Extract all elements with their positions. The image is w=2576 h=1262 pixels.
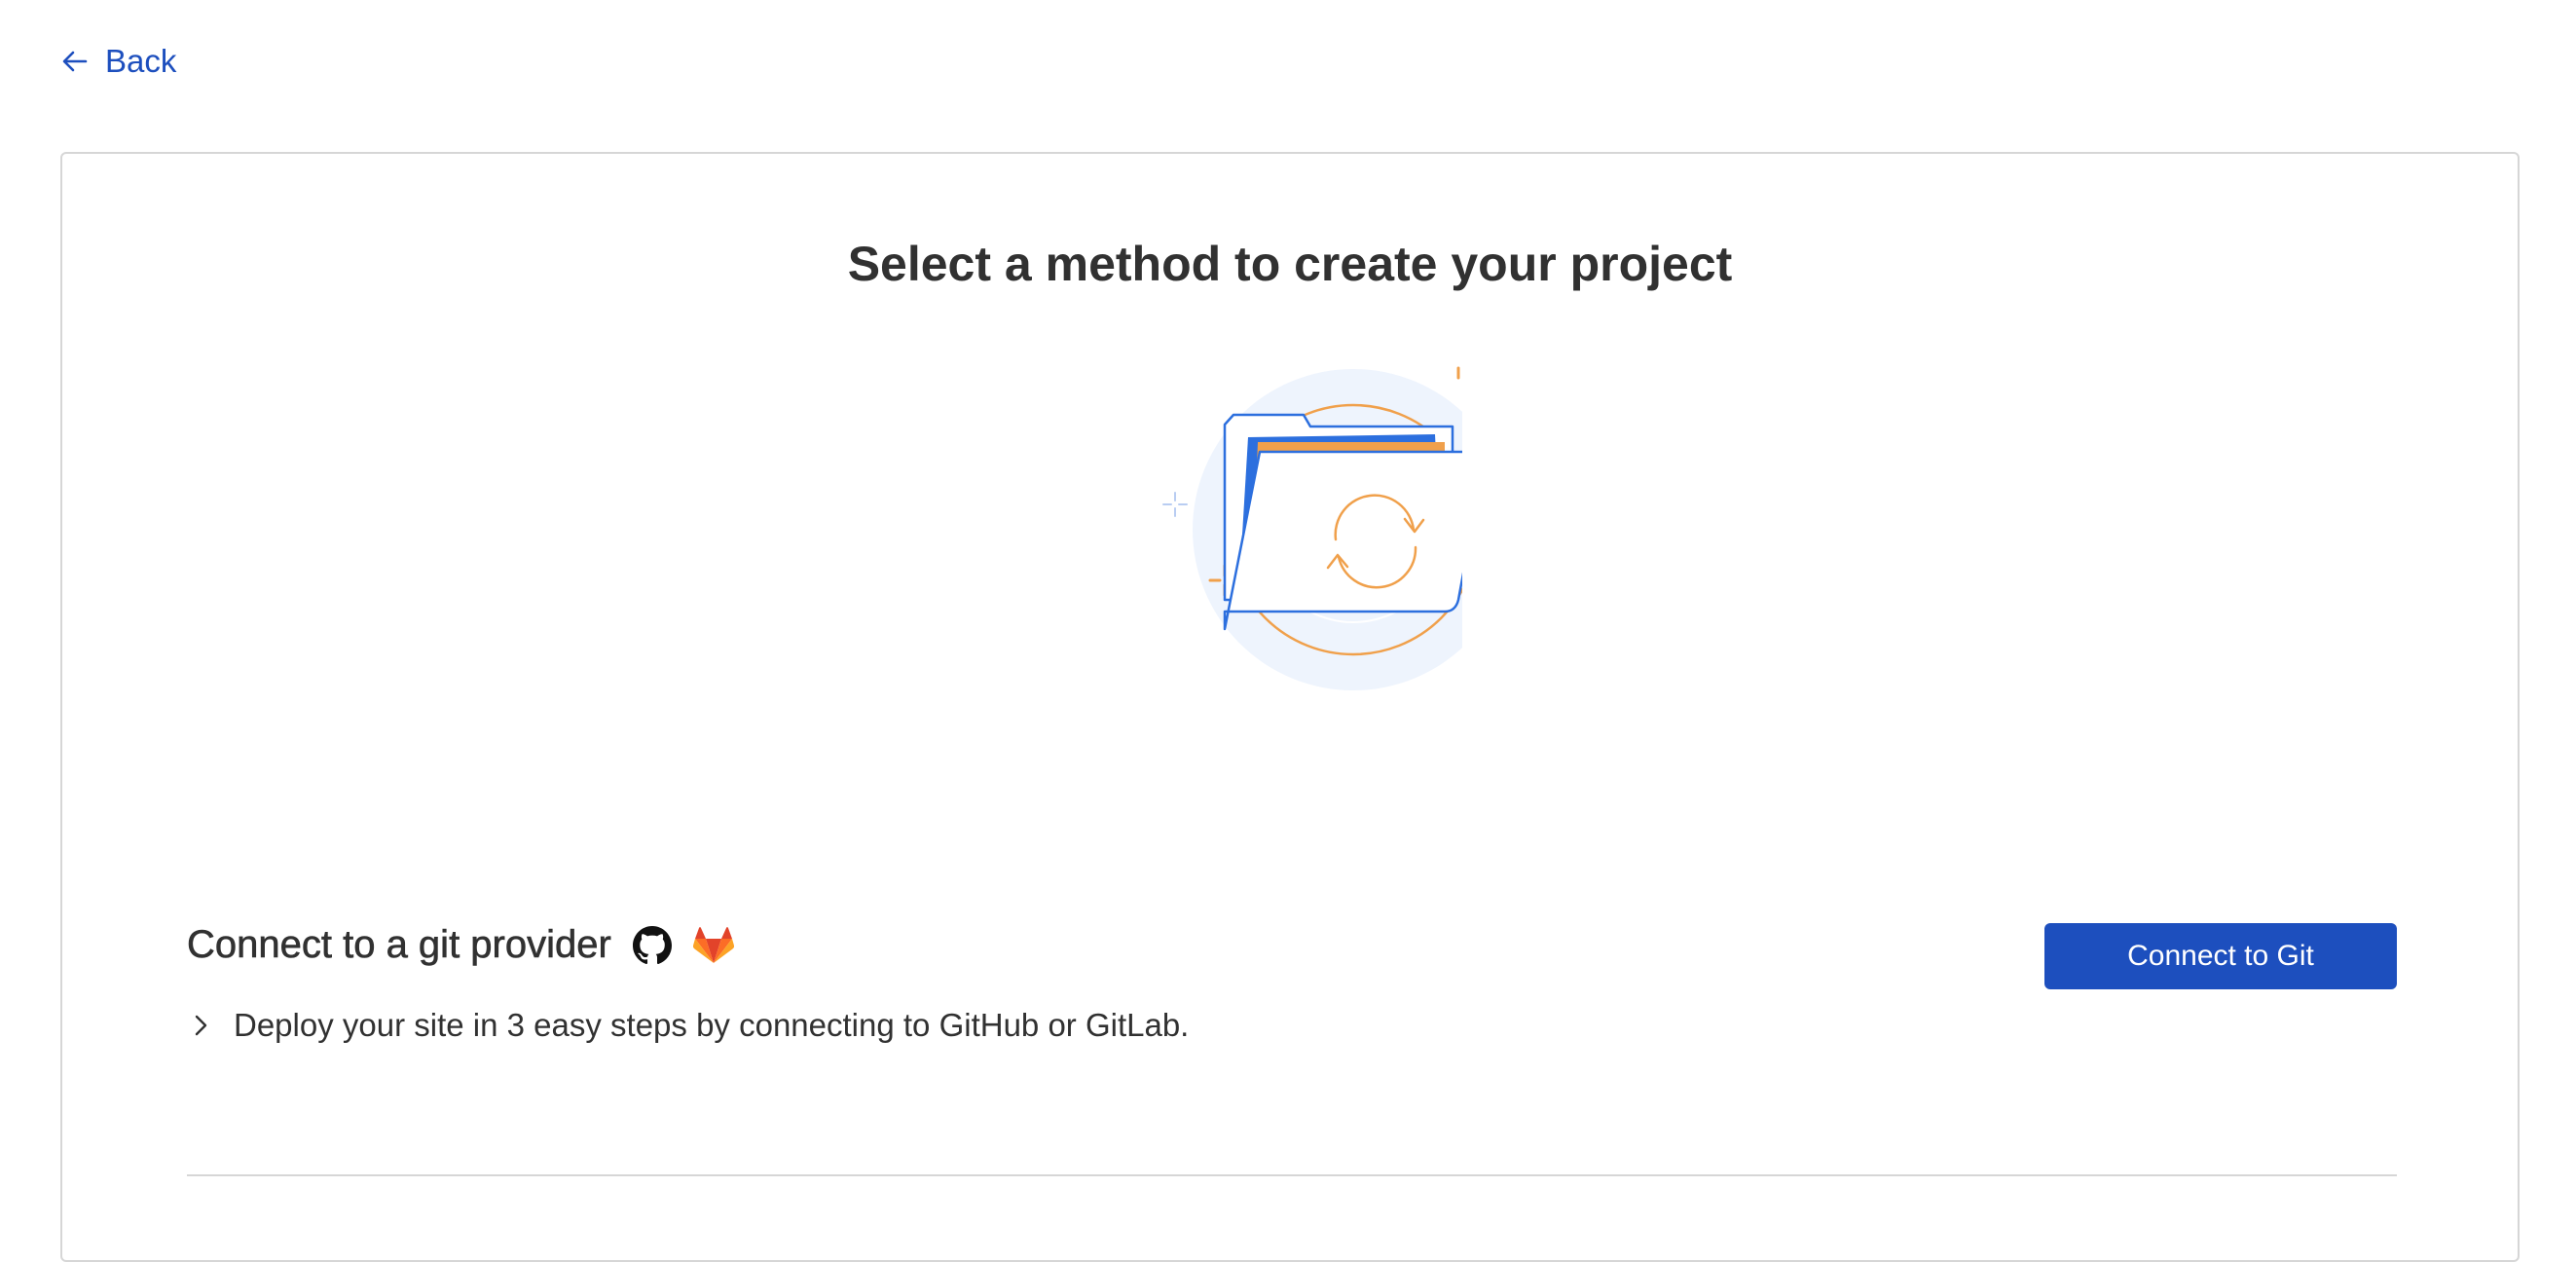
section-divider xyxy=(187,1174,2397,1176)
git-method-heading: Connect to a git provider xyxy=(187,923,611,967)
page-title: Select a method to create your project xyxy=(847,237,1733,291)
chevron-right-icon xyxy=(195,1015,207,1036)
arrow-left-icon xyxy=(62,51,88,72)
folder-sync-illustration xyxy=(1162,366,1462,690)
sparkle-icon xyxy=(1456,366,1460,380)
provider-icons xyxy=(632,925,734,965)
git-method-description-toggle[interactable]: Deploy your site in 3 easy steps by conn… xyxy=(187,1007,1189,1044)
back-label: Back xyxy=(105,43,177,79)
gitlab-icon xyxy=(692,926,734,963)
connect-to-git-button[interactable]: Connect to Git xyxy=(2044,923,2397,989)
github-icon xyxy=(632,925,672,964)
git-method-title: Connect to a git provider xyxy=(187,923,734,967)
git-method-description: Deploy your site in 3 easy steps by conn… xyxy=(234,1007,1190,1043)
back-link[interactable]: Back xyxy=(60,43,176,80)
create-project-card: Select a method to create your project C… xyxy=(60,152,2520,1262)
